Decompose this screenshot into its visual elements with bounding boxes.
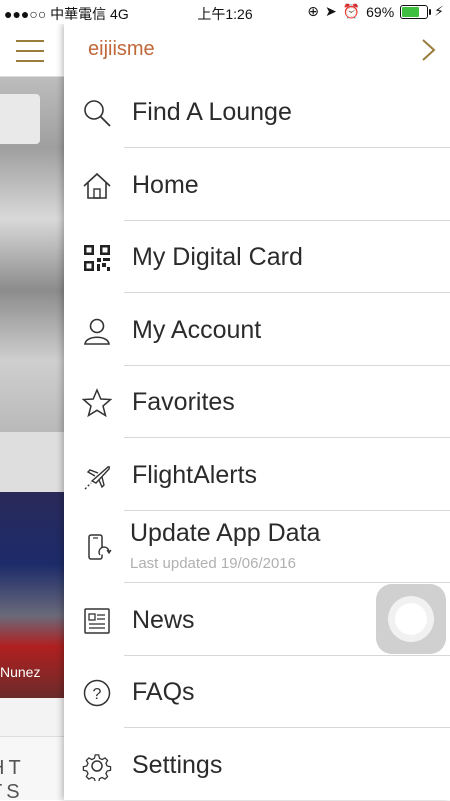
assistive-touch-button[interactable] [376, 584, 446, 654]
menu-item-label: Favorites [132, 388, 235, 416]
divider [124, 582, 450, 583]
menu-item-favorites[interactable]: Favorites [64, 366, 450, 438]
menu-item-label: Settings [132, 751, 223, 779]
phone-sync-icon [88, 534, 112, 560]
menu-item-label: News [132, 606, 195, 634]
last-updated-text: Last updated 19/06/2016 [130, 555, 296, 572]
battery-percent: 69% [366, 3, 395, 20]
background-band [0, 432, 64, 492]
menu-item-label: My Digital Card [132, 243, 303, 271]
gear-icon [82, 754, 112, 781]
app-name: eijiisme [88, 38, 155, 60]
qr-code-icon [84, 245, 110, 271]
menu-item-label: Find A Lounge [132, 98, 292, 126]
menu-item-flight-alerts[interactable]: FlightAlerts [64, 439, 450, 511]
menu-item-label: FlightAlerts [132, 461, 258, 489]
assistive-touch-dot [395, 603, 427, 635]
alarm-icon: ⏰ [342, 3, 361, 19]
divider [124, 292, 450, 293]
divider [124, 437, 450, 438]
question-icon: ? [83, 679, 111, 707]
chevron-right-icon[interactable] [418, 38, 438, 62]
menu-item-home[interactable]: Home [64, 149, 450, 221]
menu-item-label: Home [132, 171, 199, 199]
menu-item-faqs[interactable]: ? FAQs [64, 656, 450, 728]
background-app: Nunez HT TS [0, 24, 64, 800]
menu-item-my-account[interactable]: My Account [64, 294, 450, 366]
orientation-lock-icon: ⊕ [307, 3, 319, 19]
menu-item-label: FAQs [132, 678, 195, 706]
divider [124, 727, 450, 728]
airplane-icon [84, 466, 111, 490]
background-bottom-bar: HT TS [0, 736, 64, 800]
menu-item-my-digital-card[interactable]: My Digital Card [64, 221, 450, 293]
location-icon: ➤ [324, 3, 337, 19]
background-header [0, 24, 64, 77]
side-drawer: eijiisme Find A Lounge Home My Digital C… [64, 24, 450, 800]
menu-item-update-app-data[interactable]: Update App Data Last updated 19/06/2016 [64, 511, 450, 583]
menu-item-find-a-lounge[interactable]: Find A Lounge [64, 76, 450, 148]
user-icon [84, 318, 110, 345]
menu-item-label: Update App Data [130, 519, 321, 547]
home-icon [83, 172, 111, 199]
background-bottom-text-2: TS [0, 781, 24, 800]
news-icon [84, 608, 110, 634]
background-card [0, 94, 40, 144]
drawer-header: eijiisme [64, 24, 450, 76]
status-right: ⊕ ➤ ⏰ 69% ⚡ [307, 3, 444, 20]
star-icon [82, 388, 112, 418]
hamburger-menu-icon[interactable] [16, 40, 44, 62]
search-icon [84, 100, 111, 127]
status-bar: ●●●○○ 中華電信 4G 上午1:26 ⊕ ➤ ⏰ 69% ⚡ [0, 0, 450, 24]
menu-item-settings[interactable]: Settings [64, 729, 450, 801]
battery-icon [400, 4, 432, 19]
charging-icon: ⚡ [434, 3, 444, 19]
menu-item-label: My Account [132, 316, 262, 344]
divider [124, 147, 450, 148]
background-caption: Nunez [0, 664, 41, 680]
background-bottom-text-1: HT [0, 757, 25, 779]
svg-text:?: ? [93, 686, 102, 703]
